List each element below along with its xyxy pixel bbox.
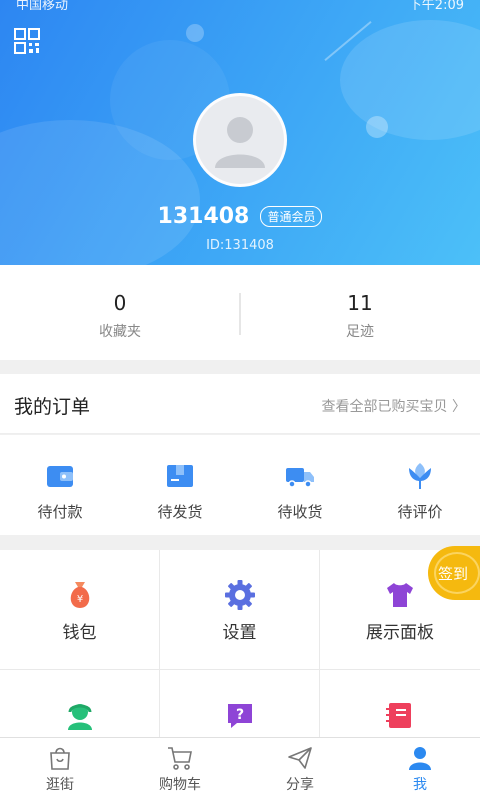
bottom-tab-bar: 逛街 购物车 分享 我	[0, 737, 480, 800]
svg-text:?: ?	[235, 707, 243, 723]
flower-icon	[409, 463, 431, 489]
qr-code-icon	[14, 28, 40, 54]
tshirt-icon	[387, 583, 413, 607]
order-pending-shipment[interactable]: 待发货	[120, 459, 240, 522]
card-icon	[386, 703, 411, 728]
tab-label: 逛街	[46, 777, 74, 793]
svg-text:¥: ¥	[76, 594, 82, 605]
grid-item-label: 设置	[222, 623, 257, 643]
gear-icon	[224, 580, 255, 610]
tab-share[interactable]: 分享	[240, 744, 360, 794]
customer-service-icon	[67, 704, 92, 730]
order-pending-payment[interactable]: 待付款	[0, 459, 120, 522]
qr-code-icon[interactable]	[12, 26, 42, 56]
tab-label: 分享	[286, 777, 314, 793]
header-decoration	[366, 116, 388, 138]
member-badge: 普通会员	[260, 206, 323, 227]
help-icon: ?	[227, 704, 252, 728]
feature-grid: ¥ 钱包 设置 展示面板 ?	[0, 550, 480, 789]
tab-browse[interactable]: 逛街	[0, 744, 120, 794]
header-decoration	[186, 24, 204, 42]
footprints-stat[interactable]: 11 足迹	[240, 291, 480, 341]
footprints-count: 11	[347, 291, 373, 315]
wallet-cell[interactable]: ¥ 钱包	[0, 550, 159, 669]
tab-label: 购物车	[159, 777, 201, 793]
grid-item-label: 展示面板	[366, 623, 434, 643]
favorites-stat[interactable]: 0 收藏夹	[0, 291, 240, 341]
header-decoration	[340, 20, 480, 140]
user-name-row: 131408 普通会员	[0, 204, 480, 229]
profile-header: 中国移动 下午2:09 131408 普通会员 ID:131408	[0, 0, 480, 265]
truck-icon	[286, 468, 314, 488]
order-item-label: 待评价	[397, 503, 443, 521]
user-id: ID:131408	[206, 238, 274, 253]
order-item-label: 待付款	[37, 503, 83, 521]
favorites-label: 收藏夹	[99, 324, 141, 340]
orders-title: 我的订单	[14, 396, 91, 418]
orders-status-row: 待付款 待发货 待收货 待评价	[0, 435, 480, 535]
person-icon	[409, 747, 431, 770]
view-all-orders-link[interactable]: 查看全部已购买宝贝 〉	[322, 396, 466, 416]
grid-item-label: 钱包	[62, 623, 97, 643]
tab-cart[interactable]: 购物车	[120, 744, 240, 794]
wallet-icon	[47, 466, 73, 487]
order-item-label: 待收货	[277, 503, 323, 521]
cart-icon	[168, 747, 192, 770]
user-name: 131408	[157, 204, 250, 229]
tab-me[interactable]: 我	[360, 744, 480, 794]
order-pending-receipt[interactable]: 待收货	[240, 459, 360, 522]
clock-text: 下午2:09	[408, 0, 464, 10]
orders-header: 我的订单 查看全部已购买宝贝 〉	[0, 374, 480, 434]
sign-in-button[interactable]: 签到	[428, 546, 480, 600]
footprints-label: 足迹	[346, 324, 374, 340]
profile-page: 中国移动 下午2:09 131408 普通会员 ID:131408 0 收藏夹 …	[0, 0, 480, 800]
default-avatar-icon	[215, 117, 265, 168]
shopping-bag-icon	[50, 747, 70, 770]
favorites-count: 0	[113, 291, 127, 315]
status-bar: 中国移动 下午2:09	[0, 0, 480, 10]
sign-in-label: 签到	[438, 565, 469, 583]
avatar[interactable]	[193, 93, 287, 187]
order-item-label: 待发货	[157, 503, 203, 521]
settings-cell[interactable]: 设置	[160, 550, 319, 669]
order-pending-review[interactable]: 待评价	[360, 459, 480, 522]
money-bag-icon: ¥	[70, 582, 89, 608]
carrier-text: 中国移动	[16, 0, 69, 10]
box-icon	[167, 465, 193, 487]
stats-bar: 0 收藏夹 11 足迹	[0, 265, 480, 360]
paper-plane-icon	[288, 747, 312, 769]
tab-label: 我	[413, 777, 427, 793]
